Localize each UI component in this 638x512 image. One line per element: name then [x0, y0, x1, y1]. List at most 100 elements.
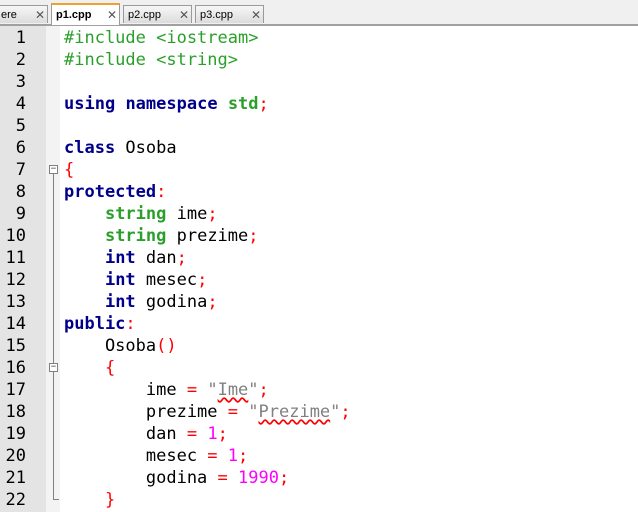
code-line[interactable]: 18 prezime = "Prezime"; [0, 401, 638, 423]
tab-p1-cpp[interactable]: p1.cpp ✕ [51, 3, 120, 25]
line-number: 13 [5, 292, 26, 312]
code-line[interactable]: 22 } [0, 489, 638, 511]
code-line[interactable]: 20 mesec = 1; [0, 445, 638, 467]
code-text: dan = 1; [64, 423, 228, 445]
line-number: 21 [5, 468, 26, 488]
line-number: 3 [15, 72, 26, 92]
code-text: mesec = 1; [64, 445, 248, 467]
code-token: ; [207, 204, 218, 224]
line-number: 12 [5, 270, 26, 290]
code-token: ; [238, 446, 249, 466]
code-token: : [125, 314, 136, 334]
code-text: using namespace std; [64, 93, 269, 115]
line-number: 18 [5, 402, 26, 422]
close-icon[interactable]: ✕ [177, 8, 191, 22]
line-number: 4 [15, 94, 26, 114]
tab-label: p3.cpp [200, 8, 234, 21]
tab-label: p1.cpp [56, 9, 92, 21]
tab-label: p2.cpp [128, 8, 162, 21]
code-token: Prezime [258, 402, 331, 422]
close-icon[interactable]: ✕ [249, 8, 263, 22]
code-text: public: [64, 313, 136, 335]
code-token: string [104, 226, 167, 246]
code-token: = [217, 468, 228, 488]
tab-bar: ere ✕ p1.cpp ✕ p2.cpp ✕ p3.cpp ✕ [0, 0, 638, 26]
code-line[interactable]: 16 { [0, 357, 638, 379]
code-token: #include <string> [64, 50, 238, 70]
code-token: int [104, 270, 136, 290]
code-token: = [227, 402, 239, 422]
code-token: () [156, 336, 177, 356]
tab-p3-cpp[interactable]: p3.cpp ✕ [195, 5, 264, 23]
code-token: ; [278, 468, 290, 488]
code-line[interactable]: 17 ime = "Ime"; [0, 379, 638, 401]
code-token: : [156, 182, 167, 202]
code-token: { [64, 160, 75, 180]
code-token: } [104, 490, 116, 510]
code-text: protected: [64, 181, 166, 203]
code-line[interactable]: 5 [0, 115, 638, 137]
code-token: mesec [135, 270, 198, 290]
line-number: 20 [5, 446, 26, 466]
close-icon[interactable]: ✕ [105, 8, 119, 22]
line-number: 22 [5, 490, 26, 510]
code-line[interactable]: 21 godina = 1990; [0, 467, 638, 489]
code-token: 1990 [238, 468, 279, 488]
code-text: #include <iostream> [64, 27, 258, 49]
code-token: 1 [227, 446, 239, 466]
code-line[interactable]: 1 #include <iostream> [0, 27, 638, 49]
code-text: int godina; [64, 291, 218, 313]
close-icon[interactable]: ✕ [33, 8, 47, 22]
code-line[interactable]: 4 using namespace std; [0, 93, 638, 115]
line-number: 8 [15, 182, 26, 202]
line-number: 7 [15, 160, 26, 180]
code-line[interactable]: 8 protected: [0, 181, 638, 203]
code-line[interactable]: 7{ [0, 159, 638, 181]
code-token: prezime [64, 402, 228, 422]
code-line[interactable]: 2 #include <string> [0, 49, 638, 71]
code-token: { [104, 358, 116, 378]
code-line[interactable]: 9 string ime; [0, 203, 638, 225]
code-text: Osoba() [64, 335, 177, 357]
code-line[interactable]: 10 string prezime; [0, 225, 638, 247]
code-token: ; [176, 248, 187, 268]
line-number: 10 [5, 226, 26, 246]
code-line[interactable]: 14 public: [0, 313, 638, 335]
code-line[interactable]: 15 Osoba() [0, 335, 638, 357]
line-number: 17 [5, 380, 26, 400]
code-text: ime = "Ime"; [64, 379, 269, 401]
code-line[interactable]: 11 int dan; [0, 247, 638, 269]
code-line[interactable]: 13 int godina; [0, 291, 638, 313]
code-line[interactable]: 6 class Osoba [0, 137, 638, 159]
code-text: { [64, 159, 74, 181]
line-number: 1 [15, 28, 26, 48]
tab-label: ere [1, 8, 17, 21]
line-number: 19 [5, 424, 26, 444]
code-token: ; [248, 226, 259, 246]
code-line[interactable]: 3 [0, 71, 638, 93]
code-line[interactable]: 12 int mesec; [0, 269, 638, 291]
code-token: #include <iostream> [64, 28, 259, 48]
line-number: 6 [15, 138, 26, 158]
code-token: dan [135, 248, 177, 268]
code-token: ; [258, 94, 269, 114]
code-token: = [207, 446, 218, 466]
tab-ere[interactable]: ere ✕ [0, 5, 48, 23]
tab-p2-cpp[interactable]: p2.cpp ✕ [123, 5, 192, 23]
code-token: Ime [217, 380, 249, 400]
code-editor[interactable]: − − 1 #include <iostream> 2 #include <strin… [0, 26, 638, 512]
code-line[interactable]: 19 dan = 1; [0, 423, 638, 445]
